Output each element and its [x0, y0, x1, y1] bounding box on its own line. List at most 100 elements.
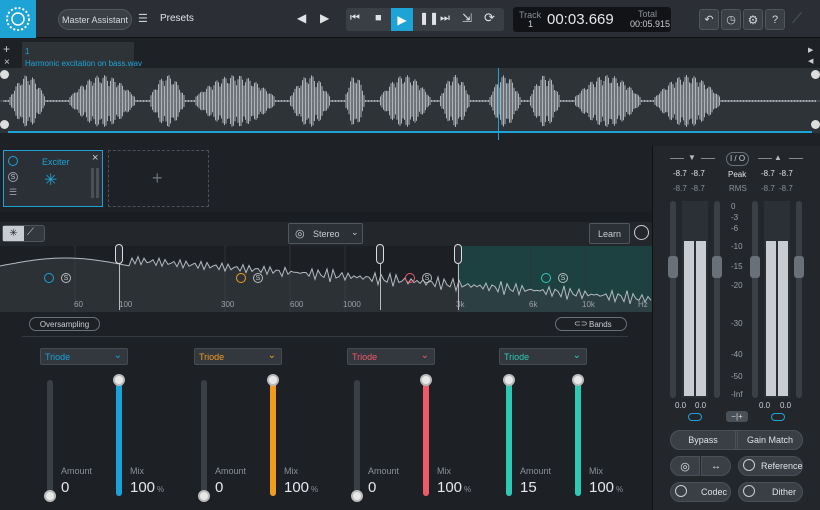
exciter-module[interactable]: S ☰ Exciter ✳ ×: [3, 150, 103, 207]
master-assistant-button[interactable]: Master Assistant: [58, 9, 132, 30]
band3-power-icon[interactable]: [405, 273, 415, 283]
loop-icon[interactable]: ⟳: [484, 10, 495, 26]
amount-value[interactable]: 0: [215, 479, 223, 496]
mix-slider[interactable]: [113, 374, 125, 496]
swap-channels-icon[interactable]: ↔: [701, 456, 731, 476]
wand-icon[interactable]: ⟋: [27, 227, 34, 238]
mix-value[interactable]: 100: [130, 479, 155, 496]
amount-knob[interactable]: [198, 490, 210, 502]
amount-slider[interactable]: [351, 380, 363, 502]
module-close-icon[interactable]: ×: [92, 152, 98, 164]
settings-gear-icon[interactable]: ⚙: [743, 9, 763, 30]
play-icon[interactable]: ▶: [391, 8, 413, 31]
in-gain-l[interactable]: 0.0: [675, 401, 686, 410]
oversampling-button[interactable]: Oversampling: [29, 317, 100, 331]
io-button[interactable]: I / O: [726, 152, 749, 166]
learn-refresh-icon[interactable]: [634, 225, 649, 240]
loop-region-icon[interactable]: ⇲: [462, 11, 472, 25]
scroll-left-icon[interactable]: ◀: [808, 57, 813, 65]
amount-slider[interactable]: [503, 374, 515, 496]
output-trim-l[interactable]: [752, 201, 758, 398]
dither-button[interactable]: Dither: [738, 482, 803, 502]
amount-knob[interactable]: [351, 490, 363, 502]
invert-icon[interactable]: −|+: [726, 411, 748, 422]
spectrum-display[interactable]: [0, 246, 652, 312]
mix-knob[interactable]: [267, 374, 279, 386]
stereo-dropdown[interactable]: ◎ Stereo ⌄: [288, 223, 363, 244]
stereo-monitor-icon[interactable]: ◎: [670, 456, 700, 476]
amount-knob[interactable]: [503, 374, 515, 386]
band-mode-dropdown[interactable]: Triode ⌄: [40, 348, 128, 365]
add-module-icon[interactable]: +: [152, 168, 163, 189]
left-top-handle[interactable]: [0, 70, 9, 79]
history-icon[interactable]: ◷: [721, 9, 741, 30]
in-gain-r[interactable]: 0.0: [695, 401, 706, 410]
next-preset-icon[interactable]: ▶: [320, 11, 329, 25]
playhead[interactable]: [498, 68, 499, 140]
output-link-icon[interactable]: [771, 413, 785, 421]
out-gain-l[interactable]: 0.0: [759, 401, 770, 410]
codec-button[interactable]: Codec: [670, 482, 731, 502]
mix-knob[interactable]: [113, 374, 125, 386]
band-mode-dropdown[interactable]: Triode ⌄: [194, 348, 282, 365]
band-mode-dropdown[interactable]: Triode ⌄: [499, 348, 587, 365]
learn-button[interactable]: Learn: [589, 223, 630, 244]
bypass-button[interactable]: Bypass: [670, 430, 736, 450]
right-bottom-handle[interactable]: [811, 120, 820, 129]
amount-value[interactable]: 15: [520, 479, 537, 496]
mix-value[interactable]: 100: [589, 479, 614, 496]
band2-solo-icon[interactable]: S: [253, 273, 263, 283]
ozone-logo[interactable]: [0, 0, 36, 38]
amount-slider[interactable]: [198, 380, 210, 502]
input-trim-l-handle[interactable]: [668, 256, 678, 278]
pause-icon[interactable]: ❚❚: [419, 11, 439, 25]
out-gain-r[interactable]: 0.0: [780, 401, 791, 410]
amount-knob[interactable]: [44, 490, 56, 502]
band-mode-dropdown[interactable]: Triode ⌄: [347, 348, 435, 365]
selection-bar[interactable]: [8, 131, 812, 133]
output-trim-r[interactable]: [796, 201, 802, 398]
crossover-handle-2[interactable]: [376, 244, 384, 264]
amount-value[interactable]: 0: [368, 479, 376, 496]
view-toggle[interactable]: ✳ ⟋: [2, 225, 45, 242]
presets-label[interactable]: Presets: [160, 13, 194, 24]
input-trim-r-handle[interactable]: [712, 256, 722, 278]
skip-forward-icon[interactable]: ⏭: [440, 12, 450, 25]
gain-match-button[interactable]: Gain Match: [737, 430, 803, 450]
rewind-icon[interactable]: ⏮: [350, 12, 360, 25]
band4-power-icon[interactable]: [541, 273, 551, 283]
mix-slider[interactable]: [420, 374, 432, 496]
crossover-handle-1[interactable]: [115, 244, 123, 264]
amount-slider[interactable]: [44, 380, 56, 502]
input-trim-r[interactable]: [714, 201, 720, 398]
mix-slider[interactable]: [572, 374, 584, 496]
waveform-display[interactable]: [0, 68, 820, 133]
crossover-handle-3[interactable]: [454, 244, 462, 264]
input-link-icon[interactable]: [688, 413, 702, 421]
band1-power-icon[interactable]: [44, 273, 54, 283]
mix-slider[interactable]: [267, 374, 279, 496]
output-trim-r-handle[interactable]: [794, 256, 804, 278]
prev-preset-icon[interactable]: ◀: [297, 11, 306, 25]
band3-solo-icon[interactable]: S: [422, 273, 432, 283]
module-solo-icon[interactable]: S: [8, 172, 18, 182]
mix-knob[interactable]: [420, 374, 432, 386]
close-file-icon[interactable]: ×: [4, 57, 10, 68]
stop-icon[interactable]: ■: [375, 12, 382, 24]
help-icon[interactable]: ?: [765, 9, 785, 30]
mix-value[interactable]: 100: [284, 479, 309, 496]
spectrum-view-icon[interactable]: ✳: [3, 226, 24, 241]
amount-value[interactable]: 0: [61, 479, 69, 496]
reference-button[interactable]: Reference: [738, 456, 803, 476]
module-power-icon[interactable]: [8, 156, 18, 166]
mix-value[interactable]: 100: [437, 479, 462, 496]
add-module-slot[interactable]: +: [108, 150, 209, 207]
scroll-right-icon[interactable]: ▶: [808, 46, 813, 54]
bands-button[interactable]: ⊂⊃ Bands: [555, 317, 627, 331]
add-file-icon[interactable]: +: [3, 42, 10, 56]
preset-list-icon[interactable]: ☰: [138, 12, 148, 25]
band1-solo-icon[interactable]: S: [61, 273, 71, 283]
output-trim-l-handle[interactable]: [750, 256, 760, 278]
module-menu-icon[interactable]: ☰: [9, 187, 17, 198]
undo-icon[interactable]: ↶: [699, 9, 719, 30]
